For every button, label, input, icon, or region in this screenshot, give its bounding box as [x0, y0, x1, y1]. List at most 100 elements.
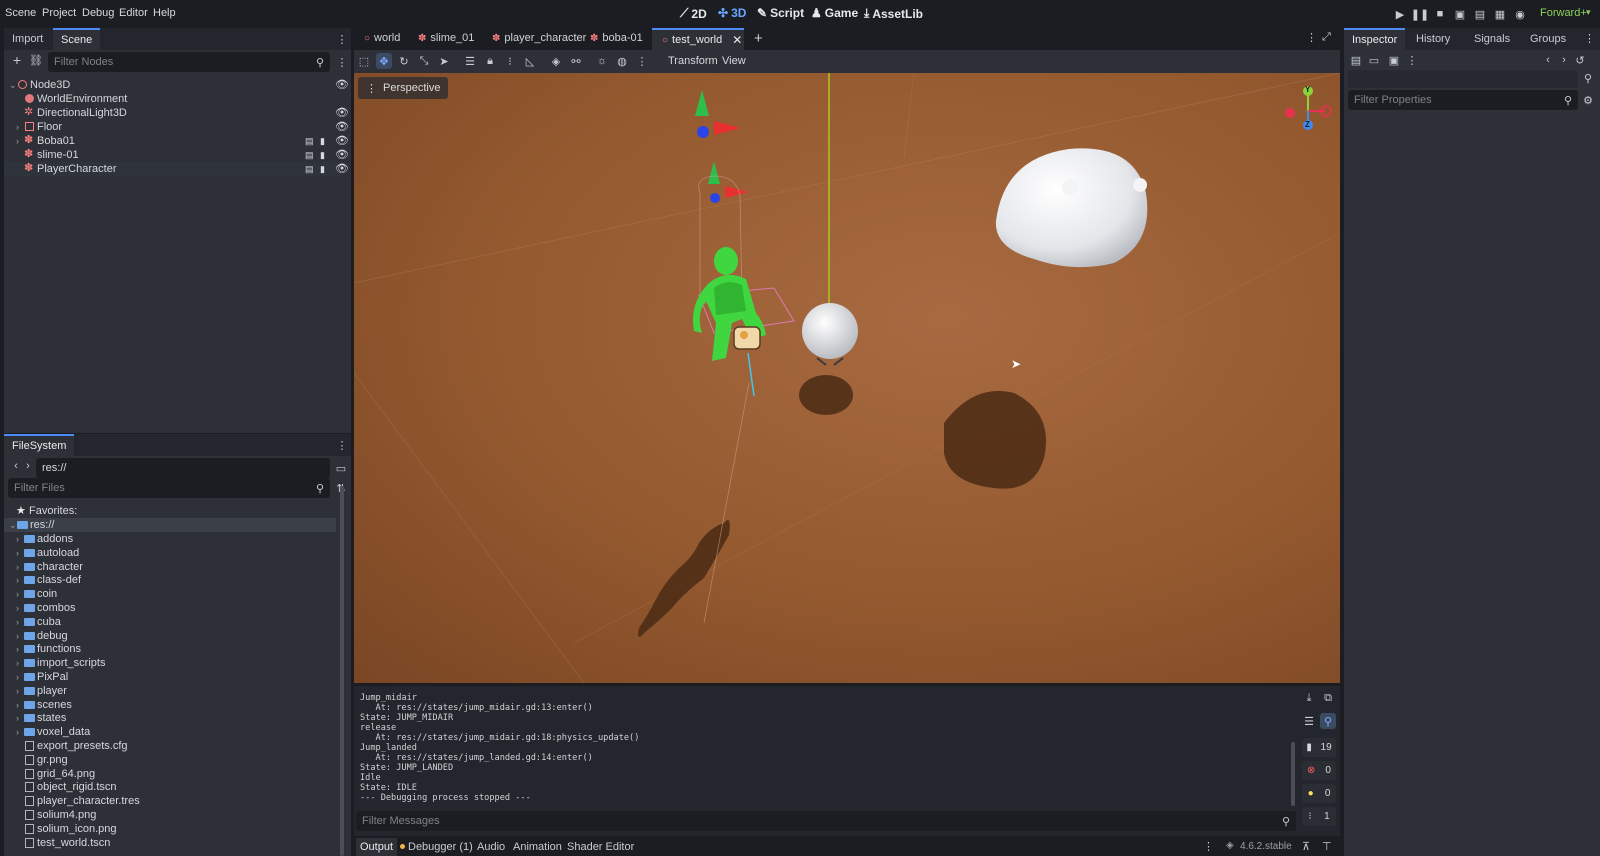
tab-output[interactable]: Output [356, 838, 398, 856]
tab-signals[interactable]: Signals [1466, 28, 1518, 50]
add-node-icon[interactable]: + [9, 52, 25, 68]
folder-row[interactable]: › autoload [4, 546, 336, 560]
clapper-icon[interactable]: ▤ [305, 134, 314, 148]
favorites-row[interactable]: ★ Favorites: [4, 504, 336, 518]
move-mode-icon[interactable]: ✥ [376, 53, 392, 69]
lock-icon[interactable]: 🔒︎ [482, 53, 498, 69]
list-icon[interactable]: ☰ [462, 53, 478, 69]
scene-tab-boba-01[interactable]: ✽ boba-01 [590, 32, 643, 44]
scene-tab-world[interactable]: ○ world [354, 32, 400, 44]
file-row[interactable]: grid_64.png [4, 767, 336, 781]
folder-row[interactable]: › combos [4, 601, 336, 615]
menu-dots-icon[interactable]: ⋮ [1584, 32, 1595, 45]
pause-icon[interactable]: ❚❚ [1411, 6, 1429, 22]
folder-row[interactable]: › debug [4, 629, 336, 643]
tab-filesystem[interactable]: FileSystem [4, 434, 75, 456]
path-input[interactable]: res:// [36, 458, 330, 478]
save-icon[interactable]: ▣ [1386, 52, 1402, 68]
tree-item-directionallight3d[interactable]: ✲ DirectionalLight3D 👁 [4, 106, 349, 120]
settings-icon[interactable]: ⚙ [1580, 92, 1596, 108]
menu-dots-icon[interactable]: ⋮ [634, 53, 650, 69]
folder-row[interactable]: › cuba [4, 615, 336, 629]
clapper-icon[interactable]: ▤ [305, 148, 314, 162]
folder-row[interactable]: › player [4, 684, 336, 698]
mode-script-button[interactable]: ✎ Script [757, 6, 804, 20]
folder-row[interactable]: › coin [4, 587, 336, 601]
x-axis-arrow[interactable] [714, 121, 741, 135]
sun-icon[interactable]: ☼ [594, 53, 610, 69]
distraction-free-icon[interactable]: ⤢ [1322, 31, 1331, 44]
perspective-button[interactable]: ⋮ Perspective [358, 77, 449, 99]
script-icon[interactable]: ▮ [320, 162, 325, 176]
pin-icon[interactable]: ⊼ [1302, 840, 1310, 853]
renderer-select[interactable]: Forward+ [1540, 7, 1587, 19]
menu-scene[interactable]: Scene [5, 7, 36, 19]
menu-help[interactable]: Help [153, 7, 176, 19]
folder-row[interactable]: › voxel_data [4, 725, 336, 739]
clapper-icon[interactable]: ▤ [305, 162, 314, 176]
tree-item-slime-01[interactable]: ✽ slime-01 ▤ ▮ 👁 [4, 148, 349, 162]
mode-game-button[interactable]: ♟ Game [811, 6, 858, 20]
view-menu[interactable]: View [722, 55, 746, 67]
tree-item-playercharacter[interactable]: ✽ PlayerCharacter ▤ ▮ 👁 [4, 162, 349, 176]
history-icon[interactable]: ↺ [1572, 52, 1588, 68]
camera-gizmo-icon[interactable] [733, 326, 761, 350]
tree-item-node3d[interactable]: ⌄ Node3D 👁 [4, 78, 349, 92]
visibility-eye-icon[interactable]: 👁 [335, 120, 349, 134]
filter-properties-input[interactable]: Filter Properties [1348, 90, 1578, 110]
ruler-icon[interactable]: ◺ [522, 53, 538, 69]
tab-debugger[interactable]: Debugger (1) [408, 838, 473, 856]
play-scene-icon[interactable]: ▤ [1472, 6, 1488, 22]
movie-icon[interactable]: ◉ [1512, 6, 1528, 22]
mode-assetlib-button[interactable]: ⤓ AssetLib [864, 6, 923, 21]
stop-icon[interactable]: ■ [1432, 6, 1448, 22]
scene-tab-player-character[interactable]: ✽ player_character [492, 32, 586, 44]
menu-dots-icon[interactable]: ⋮ [334, 31, 350, 47]
z-axis-arrow[interactable] [697, 126, 709, 138]
expand-panel-icon[interactable]: ⊤ [1322, 840, 1332, 853]
tree-item-worldenvironment[interactable]: WorldEnvironment [4, 92, 344, 106]
script-icon[interactable]: ▮ [320, 148, 325, 162]
folder-row[interactable]: › import_scripts [4, 656, 336, 670]
select-mode-icon[interactable]: ⬚ [356, 53, 372, 69]
info-icon[interactable]: ⚲ [1580, 70, 1596, 86]
search-toggle-icon[interactable]: ⚲ [1320, 713, 1336, 729]
folder-row[interactable]: › character [4, 560, 336, 574]
open-folder-icon[interactable]: ▭ [1366, 52, 1382, 68]
tab-history[interactable]: History [1408, 28, 1458, 50]
file-row[interactable]: player_character.tres [4, 794, 336, 808]
file-row[interactable]: export_presets.cfg [4, 739, 336, 753]
add-tab-icon[interactable]: + [754, 30, 763, 47]
folder-row[interactable]: › addons [4, 532, 336, 546]
visibility-eye-icon[interactable]: 👁 [335, 78, 349, 92]
close-icon[interactable]: ✕ [732, 33, 742, 47]
orientation-gizmo[interactable]: Y Z × [1284, 85, 1334, 135]
folder-row[interactable]: › scenes [4, 698, 336, 712]
mode-3d-button[interactable]: ✣ 3D [718, 6, 746, 20]
y-axis-arrow[interactable] [695, 90, 709, 116]
folder-row[interactable]: › functions [4, 642, 336, 656]
folder-row[interactable]: › states [4, 711, 336, 725]
menu-debug[interactable]: Debug [82, 7, 114, 19]
snap-icon[interactable]: ◈ [548, 53, 564, 69]
transform-menu[interactable]: Transform [668, 55, 718, 67]
filter-files-input[interactable]: Filter Files [8, 478, 330, 498]
white-ball[interactable] [802, 303, 858, 359]
copy-icon[interactable]: ⧉ [1320, 690, 1336, 706]
messages-count-button[interactable]: ▮ 19 [1302, 738, 1336, 757]
folder-row[interactable]: › PixPal [4, 670, 336, 684]
group-icon[interactable]: ⁝ [502, 53, 518, 69]
physics-icon[interactable]: ⚯ [568, 53, 584, 69]
scene-tab-slime-01[interactable]: ✽ slime_01 [418, 32, 474, 44]
script-icon[interactable]: ▮ [320, 134, 325, 148]
res-root-row[interactable]: ⌄ res:// [4, 518, 336, 532]
visibility-eye-icon[interactable]: 👁 [335, 106, 349, 120]
file-row[interactable]: object_rigid.tscn [4, 780, 336, 794]
filter-nodes-input[interactable]: Filter Nodes [48, 52, 330, 72]
file-row[interactable]: solium_icon.png [4, 822, 336, 836]
play-icon[interactable]: ▶ [1392, 6, 1408, 22]
visibility-eye-icon[interactable]: 👁 [335, 148, 349, 162]
tab-inspector[interactable]: Inspector [1344, 28, 1406, 50]
scene-tab-test-world[interactable]: ○ test_world ✕ [652, 28, 744, 50]
split-view-icon[interactable]: ▭ [333, 460, 349, 476]
